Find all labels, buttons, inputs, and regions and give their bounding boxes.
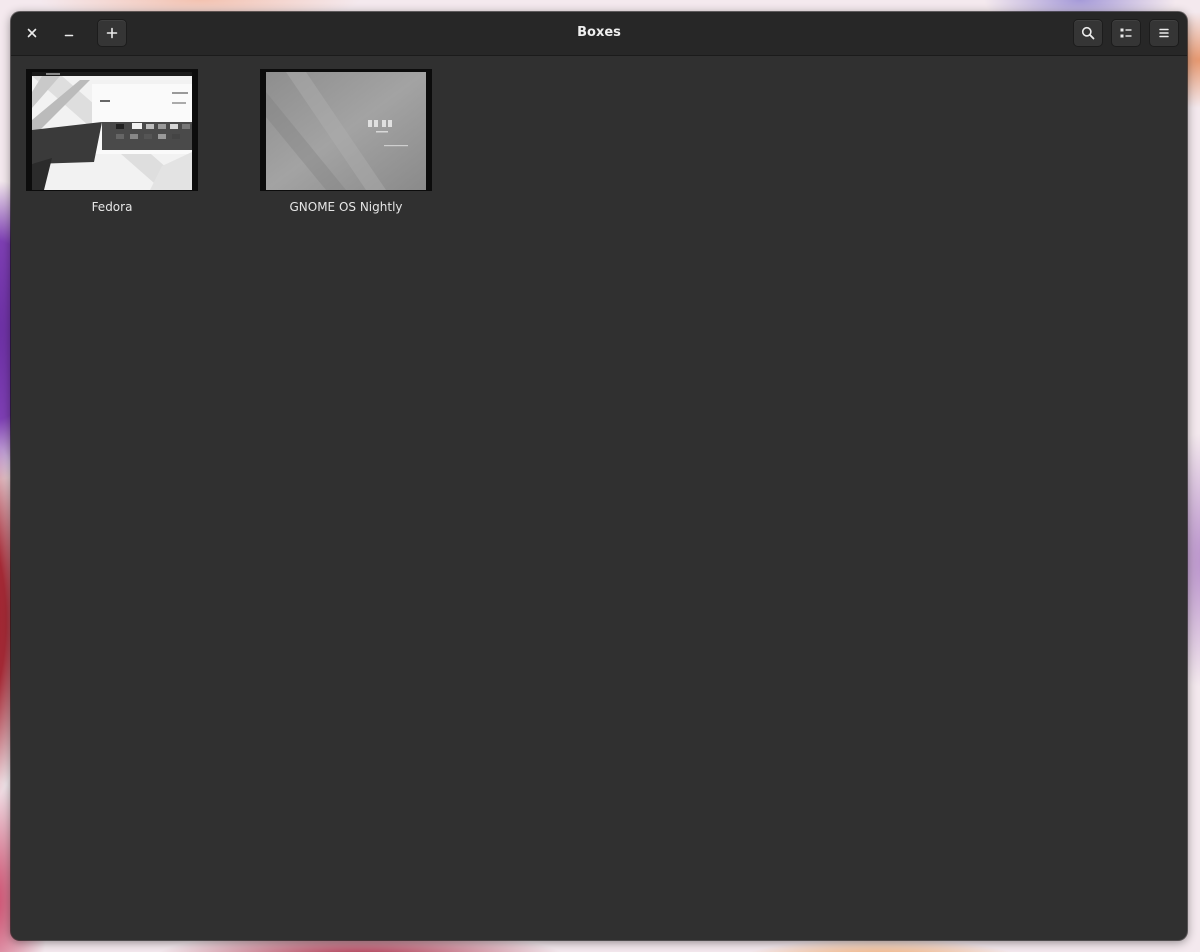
box-item-gnome-os-nightly[interactable]: GNOME OS Nightly — [258, 69, 434, 219]
search-icon — [1081, 26, 1095, 40]
close-button[interactable] — [18, 19, 46, 47]
close-icon — [27, 28, 37, 38]
box-name: Fedora — [91, 200, 133, 214]
box-collection: Fedora GNOME OS Nightly — [11, 56, 1187, 940]
box-thumbnail[interactable] — [26, 69, 198, 191]
window-title: Boxes — [577, 25, 621, 40]
headerbar: Boxes — [11, 12, 1187, 56]
plus-icon — [106, 27, 118, 39]
gnome-os-screenshot-thumbnail — [266, 72, 426, 190]
fedora-screenshot-thumbnail — [32, 72, 192, 190]
box-name: GNOME OS Nightly — [289, 200, 403, 214]
new-box-button[interactable] — [97, 19, 127, 47]
list-view-icon — [1120, 28, 1132, 38]
view-toggle-button[interactable] — [1111, 19, 1141, 47]
minimize-icon — [64, 34, 74, 37]
main-menu-button[interactable] — [1149, 19, 1179, 47]
box-thumbnail[interactable] — [260, 69, 432, 191]
search-button[interactable] — [1073, 19, 1103, 47]
box-item-fedora[interactable]: Fedora — [24, 69, 200, 219]
boxes-window: Boxes Fedora GNOME OS Nightly — [11, 12, 1187, 940]
minimize-button[interactable] — [55, 19, 83, 47]
hamburger-menu-icon — [1159, 28, 1169, 38]
